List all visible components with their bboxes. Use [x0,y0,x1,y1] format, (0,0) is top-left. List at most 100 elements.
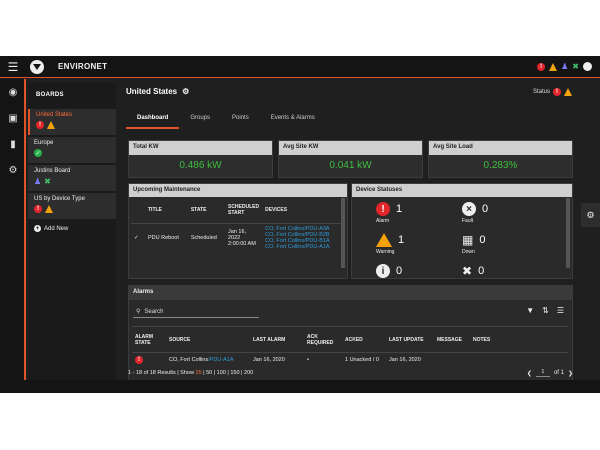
board-name: United States [36,112,73,118]
person-icon[interactable]: ♟ [561,62,568,71]
col-last-alarm[interactable]: LAST ALARM [250,326,304,353]
col-ack-required[interactable]: ACK REQUIRED [304,326,342,353]
next-page-icon[interactable]: ❯ [568,370,573,377]
alarm-icon[interactable]: ! [537,62,546,71]
col-acked[interactable]: ACKED [342,326,386,353]
col-message[interactable]: MESSAGE [434,326,470,353]
kpi-avg-site-load: Avg Site Load 0.283% [428,140,573,178]
site-status: Status ! [533,88,572,96]
tab-groups[interactable]: Groups [179,111,221,129]
results-footer: 1 - 18 of 18 Results | Show 25 | 50 | 10… [128,367,573,379]
settings-icon[interactable]: ⚙ [0,157,26,183]
warning-icon[interactable] [564,88,572,96]
maintenance-table: TITLE STATE SCHEDULED START DEVICES ✓ PD… [131,197,344,252]
kpi-label: Total KW [129,141,272,155]
status-maintenance[interactable]: ✖ 0 [462,264,484,278]
device-status-grid: ! 1 Alarm × 0 Fault 1 Warning ▦ 0 Down i0 ✖… [352,197,572,278]
col-alarm-state[interactable]: ALARM STATE [132,326,166,353]
tab-events-alarms[interactable]: Events & Alarms [260,111,326,129]
board-europe[interactable]: Europe ✓ [28,137,116,163]
app-window: ☰ ENVIRONET ! ♟ ✖ ◉ ▣ ▮ ⚙ BOARDS United … [0,56,600,393]
image-icon[interactable]: ▣ [0,105,26,131]
results-summary: 1 - 18 of 18 Results | Show [128,370,194,376]
board-us-by-device-type[interactable]: US by Device Type ! [28,193,116,219]
status-alarm[interactable]: ! 1 Alarm [376,202,402,224]
status-info[interactable]: i0 [376,264,402,278]
page-size-options[interactable]: | 50 | 100 | 150 | 200 [203,370,253,376]
tool-icon: ✖ [44,177,51,186]
network-icon: ▦ [462,233,474,247]
table-row[interactable]: ✓ PDU Reboot Scheduled Jan 16, 2022 2:00… [131,223,344,252]
device-link[interactable]: CO, Fort Collins/PDU-A1A [265,244,341,250]
user-avatar-icon[interactable] [583,62,592,71]
scrollbar[interactable] [341,198,345,268]
device-icon[interactable]: ▮ [0,131,26,157]
device-link[interactable]: CO, Fort Collins/PDU-A3A [265,226,341,232]
status-down[interactable]: ▦ 0 Down [462,233,485,255]
hamburger-menu-icon[interactable]: ☰ [0,60,26,74]
status-label: Status [532,89,550,95]
col-source[interactable]: SOURCE [166,326,250,353]
alarm-acked-link[interactable]: 1 Unacked / 0 [342,353,386,368]
alarm-icon: ! [376,202,390,216]
scrollbar[interactable] [566,198,570,268]
warning-icon [47,121,55,129]
panel-title: Upcoming Maintenance [129,184,347,197]
maintenance-state: Scheduled [190,234,217,241]
panel-title: Alarms [129,286,572,300]
source-link[interactable]: /PDU-A1A [208,357,233,363]
maintenance-title-link[interactable]: PDU Reboot [145,223,188,252]
alarm-last-alarm: Jan 16, 2020 [253,357,285,363]
tool-icon[interactable]: ✖ [572,62,579,71]
device-link[interactable]: CO, Fort Collins/PDU-B1A [265,238,341,244]
status-label: Warning [376,249,395,255]
board-justins[interactable]: Justins Board ♟ ✖ [28,165,116,191]
status-label: Alarm [376,218,390,224]
filter-icon[interactable]: ▼ [526,306,534,315]
status-label: Down [462,249,475,255]
sort-icon[interactable]: ⇅ [542,306,549,315]
table-row[interactable]: ! CO, Fort Collins/PDU-A1A Jan 16, 2020 … [132,353,568,368]
warning-icon[interactable] [549,62,558,71]
status-fault[interactable]: × 0 Fault [462,202,488,224]
col-state: STATE [187,197,225,224]
board-name: US by Device Type [34,196,85,202]
columns-icon[interactable]: ☰ [557,306,564,315]
alarm-icon[interactable]: ! [553,88,561,96]
check-icon: ✓ [134,234,139,241]
fault-icon: × [462,202,476,216]
add-board-label: Add New [44,225,69,232]
check-icon: ✓ [34,149,42,157]
side-settings-gear-icon[interactable]: ⚙ [581,203,600,227]
col-last-update[interactable]: LAST UPDATE [386,326,434,353]
kpi-value: 0.283% [483,160,518,171]
alarm-source: CO, Fort Collins/PDU-A1A [169,357,234,363]
top-bar: ☰ ENVIRONET ! ♟ ✖ [0,56,600,78]
tab-dashboard[interactable]: Dashboard [126,111,180,129]
logo-icon [30,59,44,74]
kpi-avg-site-kw: Avg Site KW 0.041 kW [278,140,423,178]
tab-points[interactable]: Points [221,111,260,129]
board-united-states[interactable]: United States ! [28,109,116,135]
prev-page-icon[interactable]: ❮ [527,370,532,377]
topbar-status-icons: ! ♟ ✖ [537,62,600,71]
maintenance-devices: CO, Fort Collins/PDU-A3A CO, Fort Collin… [262,223,344,252]
gear-icon[interactable]: ⚙ [182,87,189,96]
col-title: TITLE [145,197,188,224]
col-scheduled-start: SCHEDULED START [224,197,263,224]
page-size-current[interactable]: 25 [195,370,201,376]
col-devices: DEVICES [262,197,344,224]
dashboard-icon[interactable]: ◉ [0,79,26,105]
search-input[interactable]: ⚲ Search [133,306,259,318]
alarm-message [434,353,470,368]
page-input[interactable]: 1 [535,369,550,377]
alarm-icon: ! [36,121,44,129]
col-notes[interactable]: NOTES [470,326,568,353]
device-link[interactable]: CO, Fort Collins/PDU-B2B [265,232,341,238]
status-label: Fault [462,218,474,224]
count: 1 [396,203,403,215]
status-warning[interactable]: 1 Warning [376,233,404,255]
alarm-ack-required: • [307,357,309,363]
add-board-button[interactable]: + Add New [28,225,116,232]
alarm-last-update: Jan 16, 2020 [389,357,421,363]
